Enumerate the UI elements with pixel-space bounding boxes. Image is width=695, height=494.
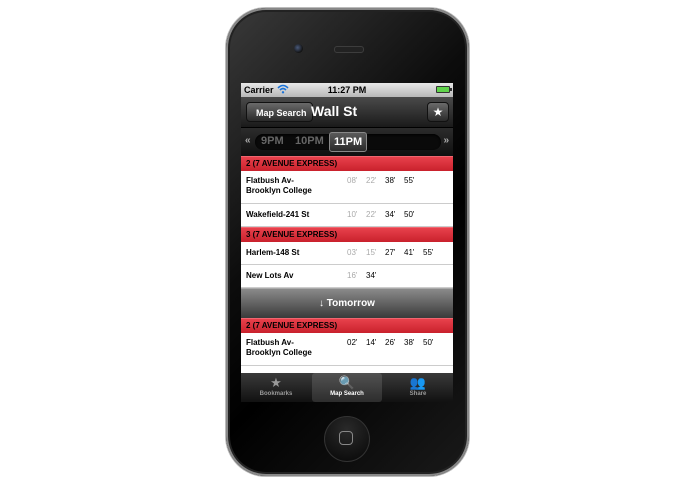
chevron-left-icon[interactable]: « [245,135,251,146]
status-bar: Carrier 11:27 PM [241,83,453,97]
bookmark-star-button[interactable]: ★ [427,102,449,122]
map-search-back-button[interactable]: Map Search [246,102,313,122]
camera-icon [294,44,303,53]
future-time: 55' [404,176,415,185]
section-header: 3 (7 AVENUE EXPRESS) [241,227,453,242]
tab-share[interactable]: 👥 Share [383,373,453,402]
future-time: 50' [423,338,434,347]
tab-label: Share [409,391,427,397]
future-time: 14' [366,338,377,347]
star-icon: ★ [432,105,444,119]
tomorrow-divider[interactable]: ↓ Tomorrow [241,288,453,318]
star-icon: ★ [270,375,282,390]
table-row[interactable]: Flatbush Av- Brooklyn College 08' 22' 38' 55… [241,171,453,204]
future-time: 34' [366,271,377,280]
future-time: 27' [385,248,396,257]
destination-name: Wakefield-241 St [246,210,310,219]
screen: Carrier 11:27 PM Map Search Wall St ★ « … [241,83,453,402]
hour-track: 9PM 10PM 11PM [255,132,441,152]
past-time: 15' [366,248,377,257]
tab-label: Map Search [330,391,364,397]
future-time: 55' [423,248,434,257]
table-row[interactable]: Wakefield-241 St 10' 22' 34' 50' [241,204,453,227]
tab-label: Bookmarks [259,391,293,397]
departure-times: 10' 22' 34' 50' [347,210,423,219]
status-time: 11:27 PM [327,85,367,95]
future-time: 41' [404,248,415,257]
people-icon: 👥 [409,375,427,390]
future-time: 02' [347,338,358,347]
search-icon: 🔍 [338,375,356,390]
past-time: 22' [366,210,377,219]
future-time: 26' [385,338,396,347]
nav-bar: Map Search Wall St ★ [241,97,453,128]
tab-map-search[interactable]: 🔍 Map Search [312,373,382,402]
past-time: 08' [347,176,358,185]
departure-times: 08' 22' 38' 55' [347,176,423,185]
past-time: 16' [347,271,358,280]
past-time: 03' [347,248,358,257]
table-row[interactable]: Flatbush Av- Brooklyn College 02' 14' 26' 38… [241,333,453,366]
destination-name: Flatbush Av- Brooklyn College [246,176,312,195]
battery-icon [436,86,452,93]
future-time: 38' [404,338,415,347]
table-row[interactable]: Harlem-148 St 03' 15' 27' 41' 55' [241,242,453,265]
section-header: 2 (7 AVENUE EXPRESS) [241,318,453,333]
section-header: 2 (7 AVENUE EXPRESS) [241,156,453,171]
future-time: 38' [385,176,396,185]
home-square-icon [339,431,353,445]
departure-times: 02' 14' 26' 38' 50' [347,338,442,347]
past-time: 10' [347,210,358,219]
home-button[interactable] [324,416,370,462]
destination-name: New Lots Av [246,271,294,280]
schedule-list: 2 (7 AVENUE EXPRESS) Flatbush Av- Brookly… [241,156,453,373]
destination-name: Flatbush Av- Brooklyn College [246,338,312,357]
future-time: 50' [404,210,415,219]
page-title: Wall St [311,103,358,119]
tab-bookmarks[interactable]: ★ Bookmarks [241,373,311,402]
destination-name: Harlem-148 St [246,248,300,257]
hour-11pm[interactable]: 11PM [329,132,368,152]
hour-9pm[interactable]: 9PM [261,135,284,147]
speaker-grille [334,46,364,53]
past-time: 22' [366,176,377,185]
hour-selector: « 9PM 10PM 11PM » [241,128,453,156]
future-time: 34' [385,210,396,219]
hour-10pm[interactable]: 10PM [295,135,324,147]
departure-times: 16' 34' [347,271,385,280]
chevron-right-icon[interactable]: » [443,135,449,146]
table-row[interactable]: New Lots Av 16' 34' [241,265,453,288]
tab-bar: ★ Bookmarks 🔍 Map Search 👥 Share [241,373,453,402]
departure-times: 03' 15' 27' 41' 55' [347,248,442,257]
